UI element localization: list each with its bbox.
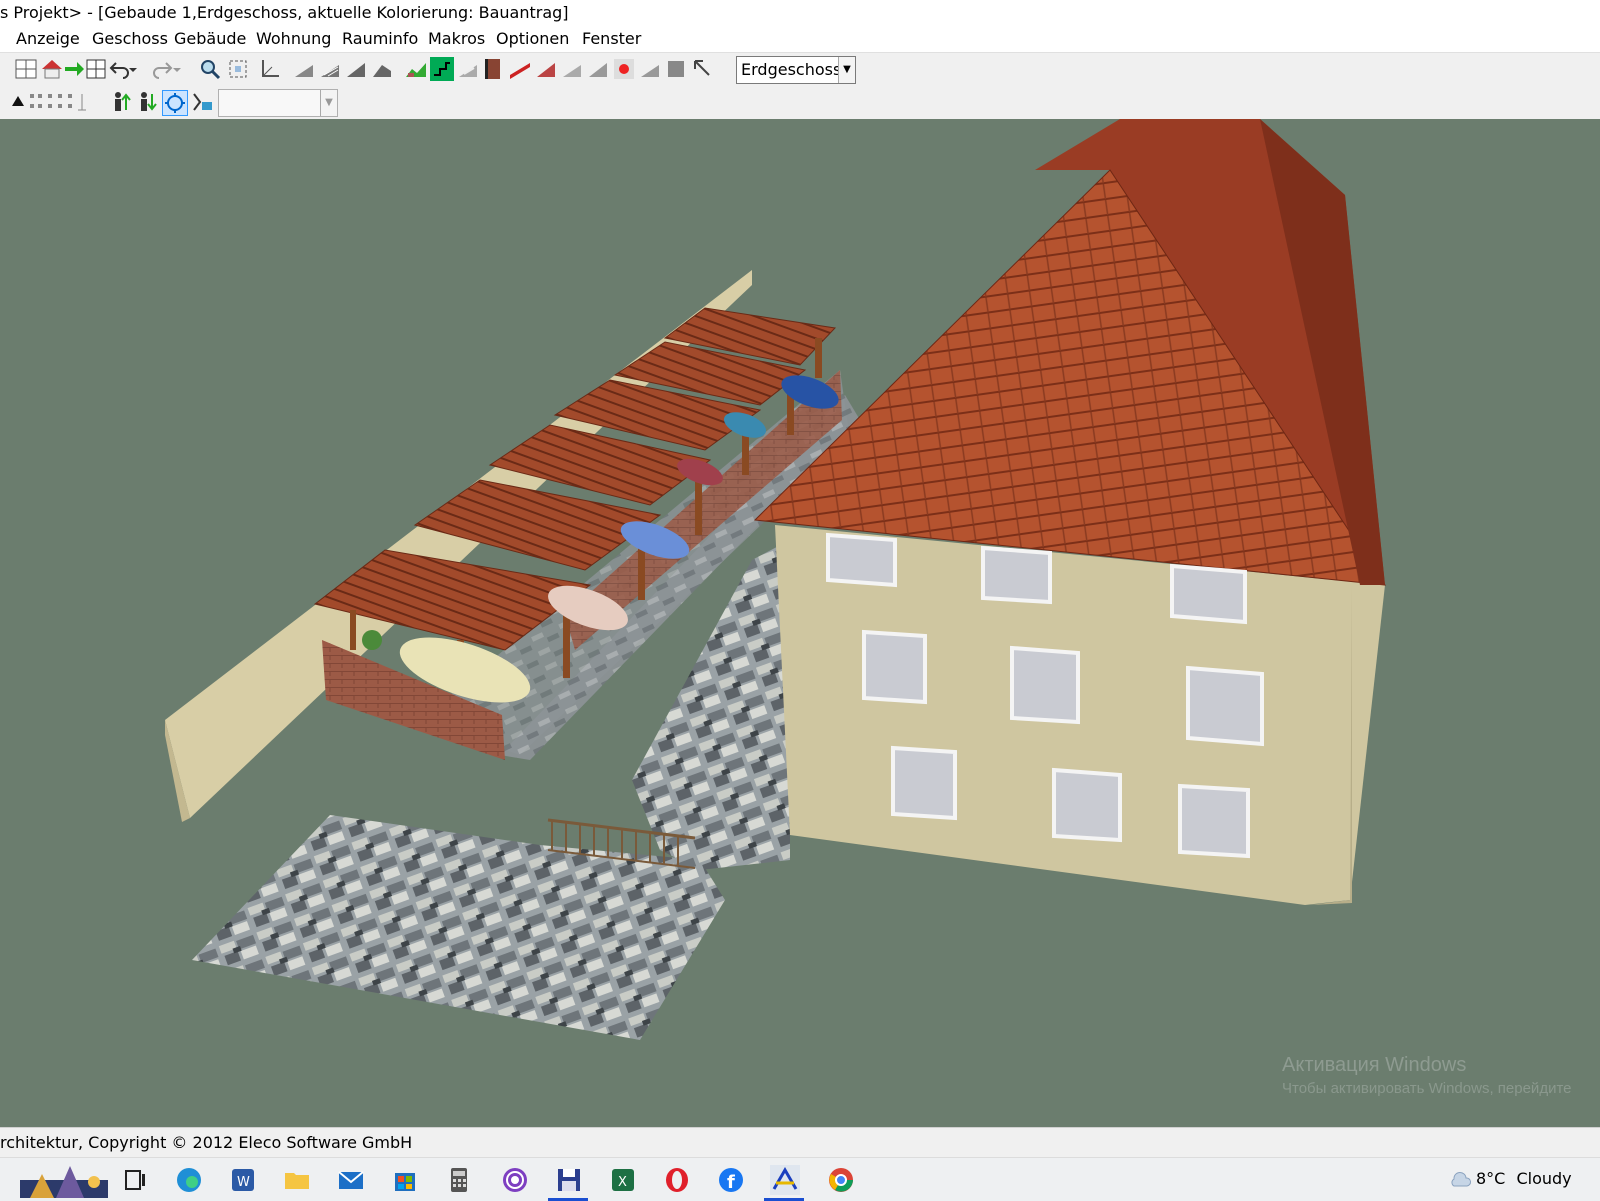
task-view-icon[interactable] [120, 1165, 150, 1195]
menu-fenster[interactable]: Fenster [580, 26, 643, 52]
arrow-right-icon[interactable] [62, 57, 86, 81]
excel-icon[interactable]: X [608, 1165, 638, 1195]
gable-tool-icon[interactable] [586, 57, 610, 81]
activation-watermark-text: Чтобы активировать Windows, перейдите [1282, 1080, 1572, 1097]
texture-tool-icon[interactable] [456, 57, 480, 81]
roof-tool-icon[interactable] [370, 57, 394, 81]
edge-icon[interactable] [174, 1165, 204, 1195]
axis-icon[interactable] [258, 57, 282, 81]
weather-temp: 8°C [1476, 1169, 1506, 1188]
floor-select-value: Erdgeschoss [741, 60, 842, 79]
chevron-down-icon[interactable]: ▼ [838, 57, 855, 83]
save-app-icon[interactable] [554, 1165, 584, 1195]
facebook-icon[interactable]: f [716, 1165, 746, 1195]
persons-down-icon[interactable] [136, 90, 160, 114]
zoom-icon[interactable] [198, 57, 222, 81]
surface-tool-icon[interactable] [638, 57, 662, 81]
word-icon[interactable]: W [228, 1165, 258, 1195]
secondary-toolbar: ▼ [0, 85, 1600, 120]
status-bar: rchitektur, Copyright © 2012 Eleco Softw… [0, 1127, 1600, 1158]
red-beam-tool-icon[interactable] [508, 57, 532, 81]
menu-makros[interactable]: Makros [426, 26, 487, 52]
weather-widget[interactable]: 8°C Cloudy [1451, 1168, 1572, 1190]
cloud-icon [1451, 1172, 1471, 1187]
house-icon[interactable] [40, 57, 64, 81]
chrome-icon[interactable] [826, 1165, 856, 1195]
zoom-extents-icon[interactable] [226, 57, 250, 81]
door-tool-icon[interactable] [482, 57, 506, 81]
stair-tool-icon[interactable] [430, 57, 454, 81]
store-icon[interactable] [390, 1165, 420, 1195]
arcon-icon[interactable] [770, 1165, 800, 1195]
menu-wohnung[interactable]: Wohnung [254, 26, 333, 52]
shading-tool-icon[interactable] [534, 57, 558, 81]
windows-taskbar: W X f [0, 1157, 1600, 1201]
activation-watermark-title: Активация Windows [1282, 1054, 1467, 1076]
wall-tool-icon[interactable] [292, 57, 316, 81]
file-explorer-icon[interactable] [282, 1165, 312, 1195]
redo-icon[interactable] [150, 57, 174, 81]
3d-viewport[interactable]: Активация Windows Чтобы активировать Win… [0, 119, 1600, 1127]
menu-bar: Anzeige Geschoss Gebäude Wohnung Rauminf… [0, 26, 1600, 52]
menu-rauminfo[interactable]: Rauminfo [340, 26, 420, 52]
grid-icon[interactable] [84, 57, 108, 81]
navigation-arrows-icon[interactable] [2, 90, 92, 114]
orbit-view-icon[interactable] [162, 90, 188, 116]
svg-text:f: f [727, 1172, 735, 1193]
calculator-icon[interactable] [444, 1165, 474, 1195]
menu-geschoss[interactable]: Geschoss [90, 26, 170, 52]
ceiling-tool-icon[interactable] [560, 57, 584, 81]
plant [362, 630, 382, 650]
opera-icon[interactable] [662, 1165, 692, 1195]
menu-optionen[interactable]: Optionen [494, 26, 571, 52]
tor-browser-icon[interactable] [500, 1165, 530, 1195]
menu-gebaeude[interactable]: Gebäude [172, 26, 248, 52]
3d-scene [165, 119, 1387, 1040]
menu-anzeige[interactable]: Anzeige [14, 26, 82, 52]
walk-through-icon[interactable] [190, 90, 214, 114]
mail-icon[interactable] [336, 1165, 366, 1195]
widgets-icon[interactable] [20, 1162, 108, 1198]
chevron-down-icon[interactable]: ▼ [320, 90, 337, 116]
terrain-tool-icon[interactable] [404, 57, 428, 81]
svg-text:X: X [618, 1175, 627, 1190]
window-title: s Projekt> - [Gebaude 1,Erdgeschoss, akt… [0, 0, 1600, 26]
slope-tool-icon[interactable] [344, 57, 368, 81]
weather-text: Cloudy [1516, 1169, 1572, 1188]
persons-up-icon[interactable] [110, 90, 134, 114]
hatch-tool-icon[interactable] [318, 57, 342, 81]
pointer-tool-icon[interactable] [690, 57, 714, 81]
view-combo[interactable]: ▼ [218, 89, 338, 117]
block-tool-icon[interactable] [664, 57, 688, 81]
floor-select[interactable]: Erdgeschoss ▼ [736, 56, 856, 84]
undo-dropdown-icon[interactable] [128, 57, 138, 81]
main-toolbar: Erdgeschoss ▼ [0, 52, 1600, 85]
floorplan-icon[interactable] [14, 57, 38, 81]
svg-text:W: W [237, 1175, 250, 1190]
redo-dropdown-icon[interactable] [172, 57, 182, 81]
paved-yard [192, 815, 725, 1040]
light-tool-icon[interactable] [612, 57, 636, 81]
